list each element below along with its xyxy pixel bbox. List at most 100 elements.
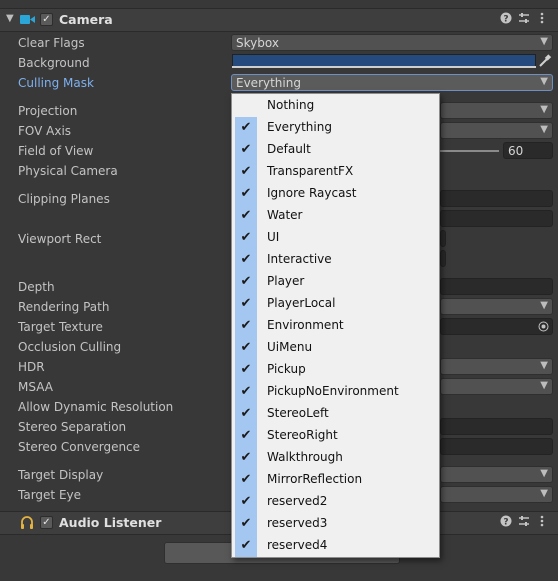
- menu-item[interactable]: ✔ Everything: [233, 117, 438, 139]
- rendering-path-label: Rendering Path: [18, 300, 110, 314]
- menu-item-label: Nothing: [267, 98, 315, 112]
- checkmark-icon: ✔: [235, 183, 257, 205]
- kebab-menu-icon[interactable]: [540, 515, 544, 530]
- checkmark-icon: ✔: [235, 227, 257, 249]
- checkmark-icon: ✔: [235, 469, 257, 491]
- checkmark-icon: ✔: [235, 271, 257, 293]
- clipping-planes-label: Clipping Planes: [18, 192, 110, 206]
- help-icon[interactable]: ?: [500, 12, 512, 27]
- menu-item-label: Ignore Raycast: [267, 186, 357, 200]
- checkmark-icon: ✔: [235, 447, 257, 469]
- checkmark-icon: ✔: [235, 359, 257, 381]
- chevron-down-icon: ▼: [540, 104, 548, 115]
- viewport-rect-h-input[interactable]: [440, 250, 446, 267]
- fov-axis-dropdown[interactable]: ▼: [440, 122, 553, 139]
- depth-input[interactable]: [440, 278, 553, 295]
- chevron-down-icon: ▼: [540, 36, 548, 47]
- menu-item[interactable]: Nothing: [233, 95, 438, 117]
- menu-item-label: Water: [267, 208, 303, 222]
- target-eye-dropdown[interactable]: ▼: [440, 486, 553, 503]
- clear-flags-dropdown[interactable]: Skybox ▼: [231, 34, 553, 51]
- menu-item[interactable]: ✔ Walkthrough: [233, 447, 438, 469]
- msaa-label: MSAA: [18, 380, 53, 394]
- menu-item[interactable]: ✔ PlayerLocal: [233, 293, 438, 315]
- target-display-label: Target Display: [18, 468, 104, 482]
- rendering-path-dropdown[interactable]: ▼: [440, 298, 553, 315]
- clear-flags-value: Skybox: [236, 36, 279, 50]
- projection-label: Projection: [18, 104, 78, 118]
- menu-item-label: Interactive: [267, 252, 332, 266]
- background-alpha-bar: [232, 66, 536, 68]
- menu-item-label: Everything: [267, 120, 332, 134]
- culling-mask-dropdown[interactable]: Everything ▼: [231, 74, 553, 91]
- menu-item[interactable]: ✔ StereoLeft: [233, 403, 438, 425]
- help-icon[interactable]: ?: [500, 515, 512, 530]
- menu-item[interactable]: ✔ MirrorReflection: [233, 469, 438, 491]
- component-title: Camera: [59, 12, 113, 27]
- menu-item-label: UiMenu: [267, 340, 313, 354]
- target-eye-label: Target Eye: [18, 488, 82, 502]
- projection-dropdown[interactable]: ▼: [440, 102, 553, 119]
- menu-item[interactable]: ✔ Environment: [233, 315, 438, 337]
- camera-component-header[interactable]: ▼ ✓ Camera ?: [0, 8, 558, 32]
- menu-item[interactable]: ✔ Water: [233, 205, 438, 227]
- hdr-dropdown[interactable]: ▼: [440, 358, 553, 375]
- target-display-dropdown[interactable]: ▼: [440, 466, 553, 483]
- checkmark-icon: ✔: [235, 425, 257, 447]
- menu-item-label: Pickup: [267, 362, 306, 376]
- stereo-separation-label: Stereo Separation: [18, 420, 127, 434]
- menu-item[interactable]: ✔ reserved3: [233, 513, 438, 535]
- menu-item-label: reserved3: [267, 516, 328, 530]
- field-of-view-input[interactable]: 60: [503, 142, 553, 159]
- msaa-dropdown[interactable]: ▼: [440, 378, 553, 395]
- menu-item-label: Walkthrough: [267, 450, 343, 464]
- chevron-down-icon: ▼: [540, 76, 548, 87]
- stereo-convergence-label: Stereo Convergence: [18, 440, 141, 454]
- fov-axis-label: FOV Axis: [18, 124, 72, 138]
- field-of-view-slider[interactable]: [438, 150, 499, 152]
- menu-item-label: PickupNoEnvironment: [267, 384, 399, 398]
- allow-dynamic-resolution-label: Allow Dynamic Resolution: [18, 400, 174, 414]
- checkmark-icon: ✔: [235, 117, 257, 139]
- eyedropper-icon[interactable]: [538, 54, 554, 70]
- clipping-far-input[interactable]: [440, 210, 553, 227]
- menu-item[interactable]: ✔ reserved4: [233, 535, 438, 557]
- culling-mask-label: Culling Mask: [18, 76, 94, 90]
- menu-item[interactable]: ✔ UI: [233, 227, 438, 249]
- checkmark-icon: ✔: [235, 337, 257, 359]
- stereo-separation-input[interactable]: [440, 418, 553, 435]
- clipping-near-input[interactable]: [440, 190, 553, 207]
- target-texture-field[interactable]: [440, 318, 553, 335]
- menu-item[interactable]: ✔ Pickup: [233, 359, 438, 381]
- collapse-arrow-icon[interactable]: ▼: [6, 13, 14, 24]
- kebab-menu-icon[interactable]: [540, 12, 544, 27]
- culling-mask-value: Everything: [236, 76, 301, 90]
- viewport-rect-label: Viewport Rect: [18, 232, 102, 246]
- chevron-down-icon: ▼: [540, 124, 548, 135]
- menu-item[interactable]: ✔ StereoRight: [233, 425, 438, 447]
- stereo-convergence-input[interactable]: [440, 438, 553, 455]
- menu-item-label: reserved4: [267, 538, 328, 552]
- menu-item[interactable]: ✔ Default: [233, 139, 438, 161]
- checkmark-icon: ✔: [235, 513, 257, 535]
- object-picker-icon[interactable]: [538, 321, 549, 335]
- svg-text:?: ?: [503, 518, 508, 528]
- menu-item[interactable]: ✔ Player: [233, 271, 438, 293]
- checkmark-icon: ✔: [235, 249, 257, 271]
- camera-enabled-checkbox[interactable]: ✓: [40, 13, 53, 26]
- audio-listener-enabled-checkbox[interactable]: ✓: [40, 516, 53, 529]
- checkmark-icon: ✔: [235, 535, 257, 557]
- presets-icon[interactable]: [518, 515, 530, 530]
- menu-item[interactable]: ✔ UiMenu: [233, 337, 438, 359]
- presets-icon[interactable]: [518, 12, 530, 27]
- menu-item[interactable]: ✔ Ignore Raycast: [233, 183, 438, 205]
- chevron-down-icon: ▼: [540, 488, 548, 499]
- menu-item[interactable]: ✔ TransparentFX: [233, 161, 438, 183]
- menu-item[interactable]: ✔ reserved2: [233, 491, 438, 513]
- viewport-rect-y-input[interactable]: [440, 230, 446, 247]
- checkmark-icon: ✔: [235, 315, 257, 337]
- menu-item[interactable]: ✔ PickupNoEnvironment: [233, 381, 438, 403]
- menu-item[interactable]: ✔ Interactive: [233, 249, 438, 271]
- checkmark-icon: ✔: [235, 139, 257, 161]
- depth-label: Depth: [18, 280, 55, 294]
